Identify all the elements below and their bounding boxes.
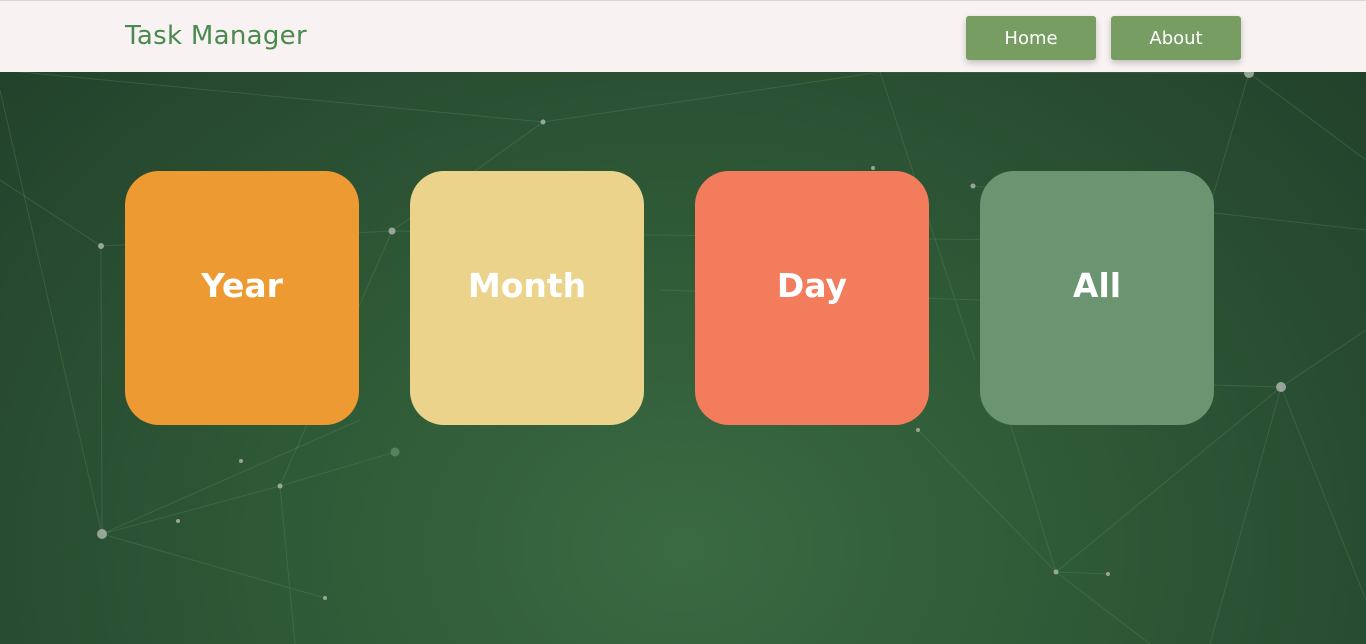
tile-all[interactable]: All (980, 171, 1214, 425)
top-navbar: Task Manager Home About (0, 0, 1366, 72)
page: Task Manager Home About Year Month Day A… (0, 0, 1366, 644)
tile-month-label: Month (467, 265, 587, 305)
nav-about-button[interactable]: About (1111, 16, 1241, 60)
tile-month[interactable]: Month (410, 171, 644, 425)
nav-home-button[interactable]: Home (966, 16, 1096, 60)
tile-all-label: All (1072, 265, 1122, 305)
tile-day-label: Day (776, 265, 848, 305)
app-brand-title[interactable]: Task Manager (125, 19, 307, 53)
tile-year[interactable]: Year (125, 171, 359, 425)
tile-year-label: Year (201, 265, 283, 305)
tile-day[interactable]: Day (695, 171, 929, 425)
